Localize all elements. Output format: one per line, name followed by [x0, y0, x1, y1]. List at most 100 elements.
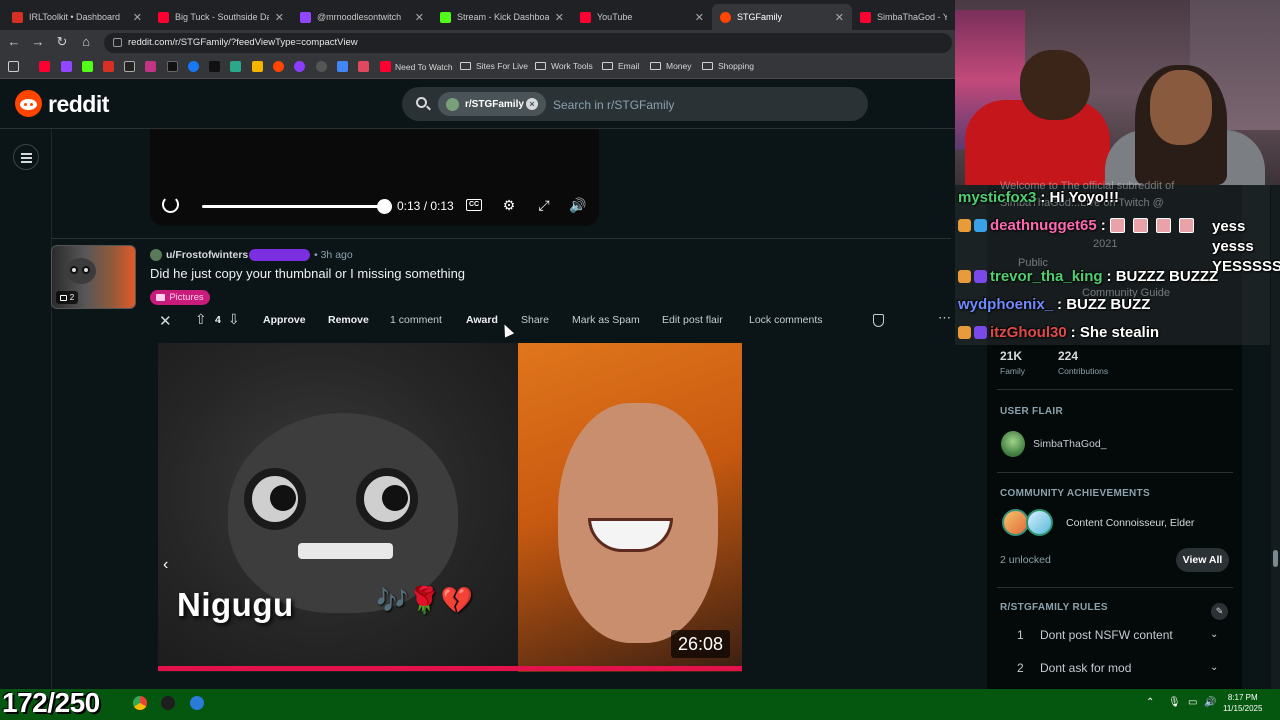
share-button[interactable]: Share	[521, 314, 549, 326]
close-icon[interactable]: ✕	[555, 11, 564, 24]
close-icon[interactable]: ✕	[133, 11, 142, 24]
mark-spam-button[interactable]: Mark as Spam	[572, 314, 640, 326]
chat-message: itzGhoul30: She stealin	[958, 324, 1159, 341]
downvote-icon[interactable]: ⇩	[228, 311, 240, 328]
twitch-icon	[300, 11, 311, 23]
bookmark-docs-icon[interactable]	[337, 61, 348, 72]
rule-item[interactable]: Dont post NSFW content	[1040, 628, 1173, 642]
bookmark-instagram-icon[interactable]	[145, 61, 156, 72]
user-flair-badge	[249, 249, 310, 261]
gallery-prev-icon[interactable]: ‹	[163, 556, 168, 574]
scrollbar-thumb[interactable]	[1273, 550, 1278, 567]
bookmark-reddit-icon[interactable]	[273, 61, 284, 72]
bookmark-tool-icon[interactable]	[230, 61, 241, 72]
view-all-button[interactable]: View All	[1176, 548, 1229, 572]
post-flair[interactable]: Pictures	[150, 290, 210, 305]
search-icon	[416, 97, 427, 108]
more-options-icon[interactable]: ⋯	[938, 310, 951, 326]
subreddit-search-chip[interactable]: r/STGFamily ×	[438, 92, 546, 116]
bookmark-kick-icon[interactable]	[82, 61, 93, 72]
url-bar[interactable]: reddit.com/r/STGFamily/?feedViewType=com…	[104, 33, 952, 53]
site-settings-icon[interactable]	[113, 38, 122, 47]
edit-pencil-icon[interactable]: ✎	[1211, 603, 1228, 620]
image-duration-badge: 26:08	[671, 630, 731, 658]
award-button[interactable]: Award	[466, 314, 498, 326]
bookmark-folder-shopping[interactable]: Shopping	[702, 61, 754, 71]
microphone-icon[interactable]: 🎙	[1168, 697, 1181, 708]
tab-irltoolkit[interactable]: IRLToolkit • Dashboard ✕	[4, 4, 150, 30]
bookmark-x-icon[interactable]	[124, 61, 135, 72]
tray-chevron-icon[interactable]: ⌃	[1146, 697, 1154, 708]
reddit-logo-icon[interactable]	[15, 90, 42, 117]
chevron-down-icon[interactable]: ⌄	[1210, 629, 1218, 640]
tab-stgfamily[interactable]: STGFamily ✕	[712, 4, 852, 30]
bookmark-folder-money[interactable]: Money	[650, 61, 692, 71]
bookmark-tiktok-icon[interactable]	[167, 61, 178, 72]
upvote-icon[interactable]: ⇧	[195, 311, 207, 328]
apps-icon[interactable]	[8, 61, 19, 72]
user-avatar[interactable]	[150, 249, 162, 261]
mod-shield-icon[interactable]	[873, 314, 884, 327]
tab-simbathagod[interactable]: SimbaThaGod - YouTube	[852, 4, 955, 30]
remove-button[interactable]: Remove	[328, 314, 369, 326]
post-author[interactable]: u/Frostofwinters	[166, 249, 248, 261]
edit-flair-button[interactable]: Edit post flair	[662, 314, 723, 326]
seek-bar[interactable]	[202, 205, 385, 208]
download-app-icon[interactable]	[161, 696, 175, 710]
replay-icon[interactable]	[162, 196, 179, 213]
seek-handle[interactable]	[377, 199, 392, 214]
tab-kick-dashboard[interactable]: Stream - Kick Dashboard ✕	[432, 4, 572, 30]
bookmark-globe-icon[interactable]	[316, 61, 327, 72]
sidebar-divider	[997, 389, 1233, 390]
music-app-icon[interactable]	[190, 696, 204, 710]
close-post-icon[interactable]: ✕	[159, 312, 172, 330]
speaker-icon[interactable]: 🔊	[1204, 697, 1216, 708]
scrollbar[interactable]	[1271, 129, 1280, 689]
settings-gear-icon[interactable]: ⚙	[500, 197, 518, 213]
fullscreen-icon[interactable]: ⤢	[535, 197, 553, 213]
tab-mrnoodles[interactable]: @mrnoodlesontwitch ✕	[292, 4, 432, 30]
folder-icon	[602, 62, 613, 70]
bookmark-irltoolkit-icon[interactable]	[103, 61, 114, 72]
menu-icon[interactable]	[13, 144, 39, 170]
bookmark-folder-work-tools[interactable]: Work Tools	[535, 61, 593, 71]
rule-item[interactable]: Dont ask for mod	[1040, 661, 1131, 675]
clear-chip-icon[interactable]: ×	[526, 98, 538, 110]
tab-youtube[interactable]: YouTube ✕	[572, 4, 712, 30]
bookmark-folder-email[interactable]: Email	[602, 61, 639, 71]
bookmark-streamlabs-icon[interactable]	[209, 61, 220, 72]
bookmark-need-to-watch[interactable]: Need To Watch	[380, 61, 453, 72]
bookmark-folder-sites-for-live[interactable]: Sites For Live	[460, 61, 528, 71]
bookmark-drive-icon[interactable]	[252, 61, 263, 72]
home-icon[interactable]: ⌂	[78, 35, 94, 49]
reddit-wordmark[interactable]: reddit	[48, 91, 109, 118]
video-player[interactable]	[150, 129, 599, 226]
close-icon[interactable]: ✕	[275, 11, 284, 24]
stream-goal-counter: 172/250	[2, 687, 100, 718]
tab-big-tuck[interactable]: Big Tuck - Southside Da Rea✕	[150, 4, 292, 30]
chevron-down-icon[interactable]: ⌄	[1210, 662, 1218, 673]
network-icon[interactable]: ▭	[1188, 697, 1197, 708]
system-clock[interactable]: 8:17 PM 11/15/2025	[1223, 692, 1262, 714]
close-icon[interactable]: ✕	[695, 11, 704, 24]
reload-icon[interactable]: ↻	[54, 35, 70, 49]
user-flair-name[interactable]: SimbaThaGod_	[1033, 438, 1107, 450]
post-title[interactable]: Did he just copy your thumbnail or I mis…	[150, 266, 465, 281]
bookmark-twitch-icon[interactable]	[61, 61, 72, 72]
bookmark-youtube-icon[interactable]	[39, 61, 50, 72]
close-icon[interactable]: ✕	[835, 11, 844, 24]
comments-button[interactable]: 1 comment	[390, 314, 442, 326]
close-icon[interactable]: ✕	[415, 11, 424, 24]
bookmark-facebook-icon[interactable]	[188, 61, 199, 72]
bookmark-misc-icon[interactable]	[358, 61, 369, 72]
search-input[interactable]: Search in r/STGFamily	[553, 98, 674, 112]
bookmark-canva-icon[interactable]	[294, 61, 305, 72]
back-icon[interactable]: ←	[6, 35, 22, 49]
volume-icon[interactable]: 🔊	[569, 197, 587, 213]
captions-icon[interactable]: CC	[466, 199, 482, 211]
approve-button[interactable]: Approve	[263, 314, 306, 326]
chrome-icon[interactable]	[133, 696, 147, 710]
chat-message: trevor_tha_king: BUZZZ BUZZZ	[958, 268, 1218, 285]
lock-comments-button[interactable]: Lock comments	[749, 314, 823, 326]
forward-icon[interactable]: →	[30, 35, 46, 49]
